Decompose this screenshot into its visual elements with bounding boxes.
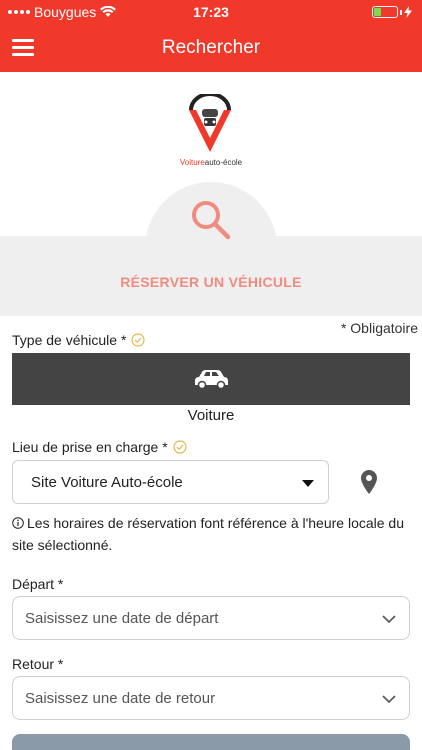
logo-brand-part2: auto-école [204, 158, 243, 167]
pickup-label-text: Lieu de prise en charge * [12, 439, 168, 455]
pickup-label: Lieu de prise en charge * [12, 439, 187, 455]
return-label: Retour * [12, 656, 64, 672]
vehicle-type-label: Type de véhicule * [12, 332, 146, 348]
logo-brand-part1: Voiture [179, 158, 205, 167]
map-pin-icon[interactable] [360, 470, 378, 494]
battery-icon [372, 6, 412, 18]
logo-text: Voitureauto-école [0, 158, 422, 167]
pickup-location-value: Site Voiture Auto-école [31, 474, 183, 491]
vehicle-option-label: Voiture [187, 407, 235, 424]
departure-placeholder: Saisissez une date de départ [25, 610, 219, 627]
charging-bolt-icon [404, 6, 412, 18]
logo [189, 94, 231, 152]
departure-label: Départ * [12, 576, 64, 592]
return-placeholder: Saisissez une date de retour [25, 690, 216, 707]
clock: 17:23 [193, 4, 229, 20]
check-circle-icon [173, 440, 187, 454]
info-icon [12, 517, 24, 529]
required-note: * Obligatoire [340, 320, 418, 336]
chevron-down-icon [382, 695, 396, 704]
chevron-down-icon [382, 615, 396, 624]
chevron-down-icon [302, 480, 314, 487]
page-title: Rechercher [161, 37, 261, 58]
info-text: Les horaires de réservation font référen… [12, 515, 405, 553]
return-date-field[interactable]: Saisissez une date de retour [12, 676, 410, 720]
reserve-title: RÉSERVER UN VÉHICULE [120, 274, 302, 290]
search-button[interactable] [12, 734, 410, 750]
car-icon [195, 370, 228, 390]
vehicle-type-label-text: Type de véhicule * [12, 332, 127, 348]
hero: Voitureauto-école RÉSERVER UN VÉHICULE [0, 72, 422, 316]
nav-bar: Rechercher [0, 24, 422, 72]
check-circle-icon [131, 333, 146, 347]
departure-date-field[interactable]: Saisissez une date de départ [12, 596, 410, 640]
search-icon [192, 201, 231, 240]
vehicle-option-voiture[interactable] [12, 353, 410, 405]
pickup-location-select[interactable]: Site Voiture Auto-école [12, 460, 329, 504]
status-bar: Bouygues 17:23 [0, 0, 422, 24]
info-notice: Les horaires de réservation font référen… [12, 512, 412, 556]
